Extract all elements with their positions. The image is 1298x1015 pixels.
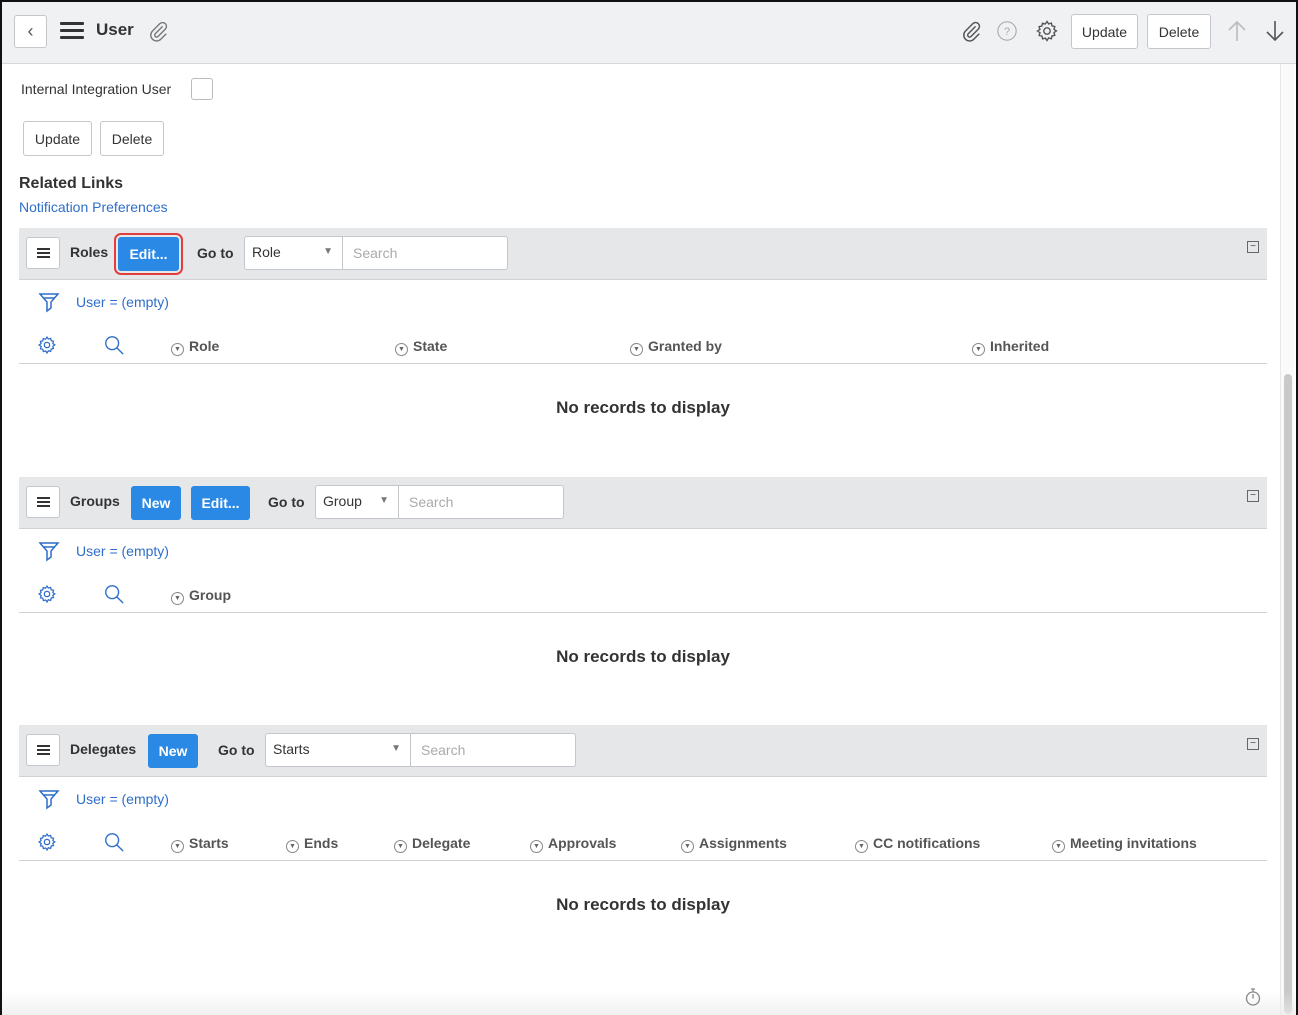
column-header-cc-notifications[interactable]: ▼ CC notifications: [855, 835, 980, 853]
form-delete-button[interactable]: Delete: [100, 121, 164, 156]
form-menu-icon[interactable]: [60, 22, 84, 40]
delegates-filter-row: User = (empty): [19, 785, 619, 813]
bottom-fade: [2, 992, 1296, 1015]
groups-list-menu-button[interactable]: [26, 486, 60, 518]
delegates-goto-select[interactable]: Starts ▼: [265, 733, 411, 767]
user-form-window: ‹ User ? Update Delete Internal Integrat…: [0, 0, 1298, 1015]
roles-column-header-row: ▼ Role ▼ State ▼ Granted by ▼ Inherited: [19, 328, 1267, 364]
scrollbar-thumb[interactable]: [1284, 374, 1292, 1014]
roles-empty-message: No records to display: [556, 398, 730, 417]
column-header-inherited[interactable]: ▼ Inherited: [972, 338, 1049, 356]
filter-funnel-icon[interactable]: [38, 540, 60, 567]
form-update-button[interactable]: Update: [23, 121, 92, 156]
internal-integration-user-checkbox[interactable]: [191, 78, 213, 100]
list-gear-icon[interactable]: [37, 335, 57, 358]
delegates-column-header-row: ▼ Starts ▼ Ends ▼ Delegate ▼ Approvals ▼ Assi…: [19, 825, 1267, 861]
roles-list-menu-button[interactable]: [26, 237, 60, 269]
form-header: ‹ User ? Update Delete: [2, 2, 1296, 64]
groups-search-input[interactable]: Search: [399, 485, 564, 519]
delegates-goto-label: Go to: [218, 742, 255, 758]
groups-list-title: Groups: [70, 493, 120, 509]
form-title: User: [96, 20, 134, 39]
groups-new-button[interactable]: New: [131, 486, 181, 520]
chevron-left-icon: ‹: [27, 21, 34, 41]
groups-empty-message: No records to display: [556, 647, 730, 666]
attachment-icon[interactable]: [958, 18, 984, 44]
filter-funnel-icon[interactable]: [38, 291, 60, 318]
groups-edit-button[interactable]: Edit...: [191, 486, 250, 520]
help-icon[interactable]: ?: [994, 18, 1020, 44]
collapse-icon[interactable]: −: [1247, 490, 1259, 502]
column-header-approvals[interactable]: ▼ Approvals: [530, 835, 616, 853]
header-delete-button[interactable]: Delete: [1147, 14, 1211, 49]
dropdown-caret-icon: ▼: [379, 495, 389, 506]
column-header-state[interactable]: ▼ State: [395, 338, 447, 356]
column-header-role[interactable]: ▼ Role: [171, 338, 219, 356]
collapse-icon[interactable]: −: [1247, 738, 1259, 750]
groups-goto-value: Group: [323, 493, 362, 509]
groups-goto-select[interactable]: Group ▼: [315, 485, 399, 519]
groups-list-bar: Groups New Edit... Go to Group ▼ Search …: [19, 477, 1267, 529]
delegates-list-bar: Delegates New Go to Starts ▼ Search −: [19, 725, 1267, 777]
arrow-up-icon[interactable]: [1224, 18, 1250, 44]
search-icon[interactable]: [103, 583, 125, 608]
delegates-list-menu-button[interactable]: [26, 734, 60, 766]
delegates-goto-value: Starts: [273, 741, 310, 757]
related-links-title: Related Links: [19, 175, 124, 192]
roles-list-title: Roles: [70, 244, 109, 260]
delegates-new-button[interactable]: New: [148, 734, 198, 768]
delegates-empty-message: No records to display: [556, 895, 730, 914]
paperclip-icon[interactable]: [145, 18, 171, 44]
roles-goto-label: Go to: [197, 245, 234, 261]
roles-list-bar: Roles Edit... Go to Role ▼ Search −: [19, 228, 1267, 280]
column-header-meeting-invitations[interactable]: ▼ Meeting invitations: [1052, 835, 1197, 853]
internal-integration-user-label: Internal Integration User: [21, 81, 172, 97]
column-header-group[interactable]: ▼ Group: [171, 587, 231, 605]
dropdown-caret-icon: ▼: [323, 246, 333, 257]
roles-goto-select[interactable]: Role ▼: [244, 236, 343, 270]
list-gear-icon[interactable]: [37, 832, 57, 855]
gear-icon[interactable]: [1034, 18, 1060, 44]
delegates-filter-condition[interactable]: User = (empty): [76, 791, 169, 807]
column-header-delegate[interactable]: ▼ Delegate: [394, 835, 470, 853]
delegates-search-input[interactable]: Search: [411, 733, 576, 767]
collapse-icon[interactable]: −: [1247, 241, 1259, 253]
dropdown-caret-icon: ▼: [391, 743, 401, 754]
roles-filter-condition[interactable]: User = (empty): [76, 294, 169, 310]
back-button[interactable]: ‹: [14, 15, 47, 48]
column-header-ends[interactable]: ▼ Ends: [286, 835, 338, 853]
filter-funnel-icon[interactable]: [38, 788, 60, 815]
column-header-starts[interactable]: ▼ Starts: [171, 835, 229, 853]
header-update-button[interactable]: Update: [1071, 14, 1138, 49]
groups-column-header-row: ▼ Group: [19, 577, 1267, 613]
delegates-list-title: Delegates: [70, 741, 137, 757]
list-gear-icon[interactable]: [37, 584, 57, 607]
search-icon[interactable]: [103, 334, 125, 359]
column-header-granted-by[interactable]: ▼ Granted by: [630, 338, 722, 356]
timer-icon[interactable]: [1244, 987, 1262, 1010]
roles-edit-button[interactable]: Edit...: [114, 233, 183, 275]
column-header-assignments[interactable]: ▼ Assignments: [681, 835, 787, 853]
arrow-down-icon[interactable]: [1262, 18, 1288, 44]
svg-text:?: ?: [1004, 26, 1010, 38]
groups-goto-label: Go to: [268, 494, 305, 510]
roles-filter-row: User = (empty): [19, 288, 619, 316]
groups-filter-row: User = (empty): [19, 537, 619, 565]
groups-filter-condition[interactable]: User = (empty): [76, 543, 169, 559]
notification-preferences-link[interactable]: Notification Preferences: [19, 199, 168, 215]
search-icon[interactable]: [103, 831, 125, 856]
roles-goto-value: Role: [252, 244, 281, 260]
vertical-scrollbar[interactable]: [1280, 64, 1294, 1015]
roles-search-input[interactable]: Search: [343, 236, 508, 270]
